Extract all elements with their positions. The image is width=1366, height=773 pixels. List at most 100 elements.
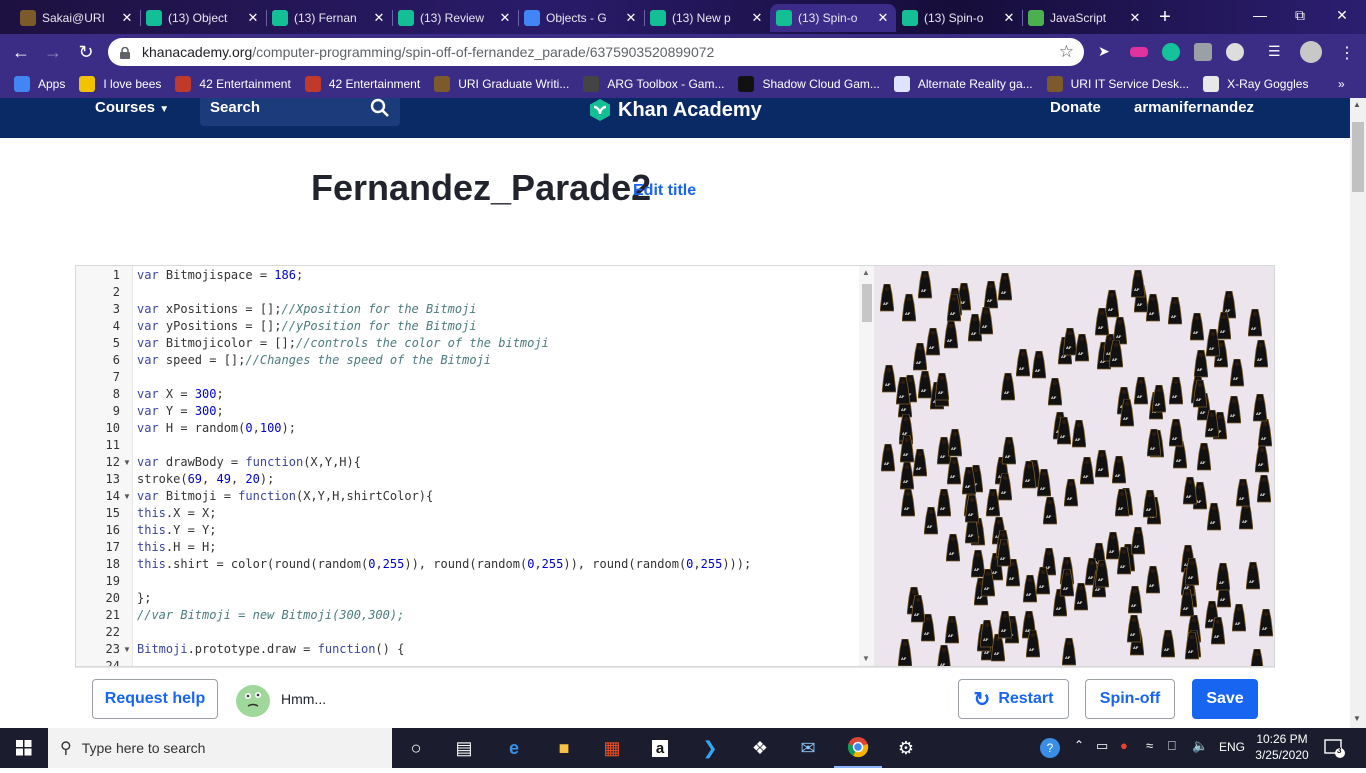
code-line[interactable]: var Bitmoji = function(X,Y,H,shirtColor)… xyxy=(137,488,433,505)
close-tab-icon[interactable]: ✕ xyxy=(876,10,890,26)
save-button[interactable]: Save xyxy=(1192,679,1258,719)
close-tab-icon[interactable]: ✕ xyxy=(246,10,260,26)
extension-k-icon[interactable] xyxy=(1194,43,1212,61)
scroll-down-icon[interactable]: ▼ xyxy=(1353,714,1361,723)
browser-tab[interactable]: (13) Object ✕ xyxy=(140,4,266,32)
task-view-icon[interactable]: ▤ xyxy=(440,728,488,768)
code-scrollbar-thumb[interactable] xyxy=(862,284,872,322)
code-line[interactable]: var speed = [];//Changes the speed of th… xyxy=(137,352,491,369)
code-line[interactable]: var Bitmojispace = 186; xyxy=(137,267,303,284)
address-bar[interactable]: khanacademy.org/computer-programming/spi… xyxy=(108,38,1084,66)
code-scrollbar[interactable] xyxy=(859,266,874,666)
user-menu[interactable]: armanifernandez xyxy=(1134,99,1254,116)
wifi-icon[interactable]: ≈ xyxy=(1146,738,1153,753)
code-line[interactable]: this.shirt = color(round(random(0,255)),… xyxy=(137,556,751,573)
edge-icon[interactable]: e xyxy=(490,728,538,768)
record-extension-icon[interactable] xyxy=(1130,47,1148,57)
browser-tab[interactable]: (13) New p ✕ xyxy=(644,4,770,32)
windows-start-button[interactable] xyxy=(0,728,48,768)
browser-tab[interactable]: JavaScript ✕ xyxy=(1022,4,1148,32)
grammarly-icon[interactable] xyxy=(1162,43,1180,61)
browser-tab[interactable]: Objects - G ✕ xyxy=(518,4,644,32)
bookmark-item[interactable]: URI Graduate Writi... xyxy=(434,76,569,92)
cortana-icon[interactable]: ○ xyxy=(392,728,440,768)
taskbar-search[interactable]: ⚲ Type here to search xyxy=(48,728,392,768)
file-explorer-icon[interactable]: ■ xyxy=(540,728,588,768)
fold-arrow-icon[interactable]: ▼ xyxy=(123,641,131,658)
mail-icon[interactable]: ✉ xyxy=(784,728,832,768)
vscode-icon[interactable]: ❯ xyxy=(686,728,734,768)
code-line[interactable]: var Bitmojicolor = [];//controls the col… xyxy=(137,335,549,352)
bookmark-item[interactable]: I love bees xyxy=(79,76,161,92)
code-line[interactable]: var X = 300; xyxy=(137,386,224,403)
power-icon[interactable]: ⎕ xyxy=(1168,738,1176,754)
new-tab-button[interactable]: + xyxy=(1154,6,1176,28)
taskbar-clock[interactable]: 10:26 PM 3/25/2020 xyxy=(1250,731,1314,763)
code-line[interactable]: //var Bitmoji = new Bitmoji(300,300); xyxy=(137,607,404,624)
khan-academy-logo[interactable]: Khan Academy xyxy=(588,98,762,122)
forward-arrow-icon[interactable]: → xyxy=(40,40,66,64)
program-output-canvas[interactable]: AF AF AF AF AF AF AF AF AF AF AF AF AF AF AF AF AF AF AF AF… xyxy=(874,266,1274,666)
code-line[interactable]: this.H = H; xyxy=(137,539,216,556)
close-tab-icon[interactable]: ✕ xyxy=(624,10,638,26)
profile-avatar[interactable] xyxy=(1300,41,1322,63)
browser-menu-icon[interactable]: ⋮ xyxy=(1338,43,1356,62)
bookmark-star-icon[interactable]: ☆ xyxy=(1059,42,1074,62)
extension-circle-icon[interactable] xyxy=(1226,43,1244,61)
browser-tab[interactable]: (13) Spin-o ✕ xyxy=(770,4,896,32)
restart-button[interactable]: ↻ Restart xyxy=(958,679,1069,719)
code-line[interactable]: this.X = X; xyxy=(137,505,216,522)
code-line[interactable]: var xPositions = [];//Xposition for the … xyxy=(137,301,477,318)
bookmark-item[interactable]: Apps xyxy=(14,76,65,92)
code-line[interactable]: var Y = 300; xyxy=(137,403,224,420)
language-indicator[interactable]: ENG xyxy=(1219,740,1245,754)
help-icon[interactable]: ? xyxy=(1040,738,1060,758)
code-line[interactable]: var H = random(0,100); xyxy=(137,420,296,437)
close-tab-icon[interactable]: ✕ xyxy=(750,10,764,26)
code-scroll-up-icon[interactable]: ▲ xyxy=(862,268,870,277)
browser-tab[interactable]: (13) Fernan ✕ xyxy=(266,4,392,32)
page-scrollbar[interactable] xyxy=(1350,98,1366,728)
browser-tab[interactable]: (13) Review ✕ xyxy=(392,4,518,32)
spinoff-button[interactable]: Spin-off xyxy=(1085,679,1175,719)
code-line[interactable]: var yPositions = [];//yPosition for the … xyxy=(137,318,477,335)
dropbox-icon[interactable]: ❖ xyxy=(736,728,784,768)
battery-icon[interactable]: ▭ xyxy=(1096,738,1108,754)
close-tab-icon[interactable]: ✕ xyxy=(498,10,512,26)
bookmark-item[interactable]: 42 Entertainment xyxy=(175,76,291,92)
code-line[interactable]: Bitmoji.prototype.draw = function() { xyxy=(137,641,404,658)
close-tab-icon[interactable]: ✕ xyxy=(372,10,386,26)
back-arrow-icon[interactable]: ← xyxy=(8,40,34,64)
volume-muted-icon[interactable]: 🔈 xyxy=(1192,738,1208,754)
courses-menu[interactable]: Courses ▼ xyxy=(95,99,169,116)
code-line[interactable]: var drawBody = function(X,Y,H){ xyxy=(137,454,361,471)
bookmark-item[interactable]: X-Ray Goggles xyxy=(1203,76,1308,92)
bookmark-item[interactable]: ARG Toolbox - Gam... xyxy=(583,76,724,92)
page-scrollbar-thumb[interactable] xyxy=(1352,122,1364,192)
close-tab-icon[interactable]: ✕ xyxy=(120,10,134,26)
bookmark-item[interactable]: URI IT Service Desk... xyxy=(1046,76,1189,92)
code-line[interactable]: stroke(69, 49, 20); xyxy=(137,471,274,488)
browser-tab[interactable]: Sakai@URI ✕ xyxy=(14,4,140,32)
close-window-button[interactable]: ✕ xyxy=(1322,4,1362,26)
minimize-button[interactable]: — xyxy=(1240,4,1280,26)
cursor-extension-icon[interactable]: ➤ xyxy=(1098,43,1116,61)
maximize-button[interactable]: ⧉ xyxy=(1280,4,1320,26)
scroll-up-icon[interactable]: ▲ xyxy=(1353,100,1361,109)
edit-title-link[interactable]: Edit title xyxy=(633,182,696,200)
fold-arrow-icon[interactable]: ▼ xyxy=(123,488,131,505)
bookmark-item[interactable]: Alternate Reality ga... xyxy=(893,76,1033,92)
settings-gear-icon[interactable]: ⚙ xyxy=(882,728,930,768)
reload-icon[interactable]: ↻ xyxy=(73,40,99,64)
store-icon[interactable]: ▦ xyxy=(588,728,636,768)
media-queue-icon[interactable]: ☰ xyxy=(1268,43,1286,61)
browser-tab[interactable]: (13) Spin-o ✕ xyxy=(896,4,1022,32)
code-line[interactable]: this.Y = Y; xyxy=(137,522,216,539)
code-scroll-down-icon[interactable]: ▼ xyxy=(862,654,870,663)
code-line[interactable]: }; xyxy=(137,590,151,607)
fold-arrow-icon[interactable]: ▼ xyxy=(123,454,131,471)
search-input[interactable]: Search xyxy=(200,98,400,126)
security-alert-icon[interactable]: ● xyxy=(1120,738,1128,753)
more-bookmarks-icon[interactable]: » xyxy=(1338,77,1345,91)
amazon-icon[interactable]: a xyxy=(636,728,684,768)
